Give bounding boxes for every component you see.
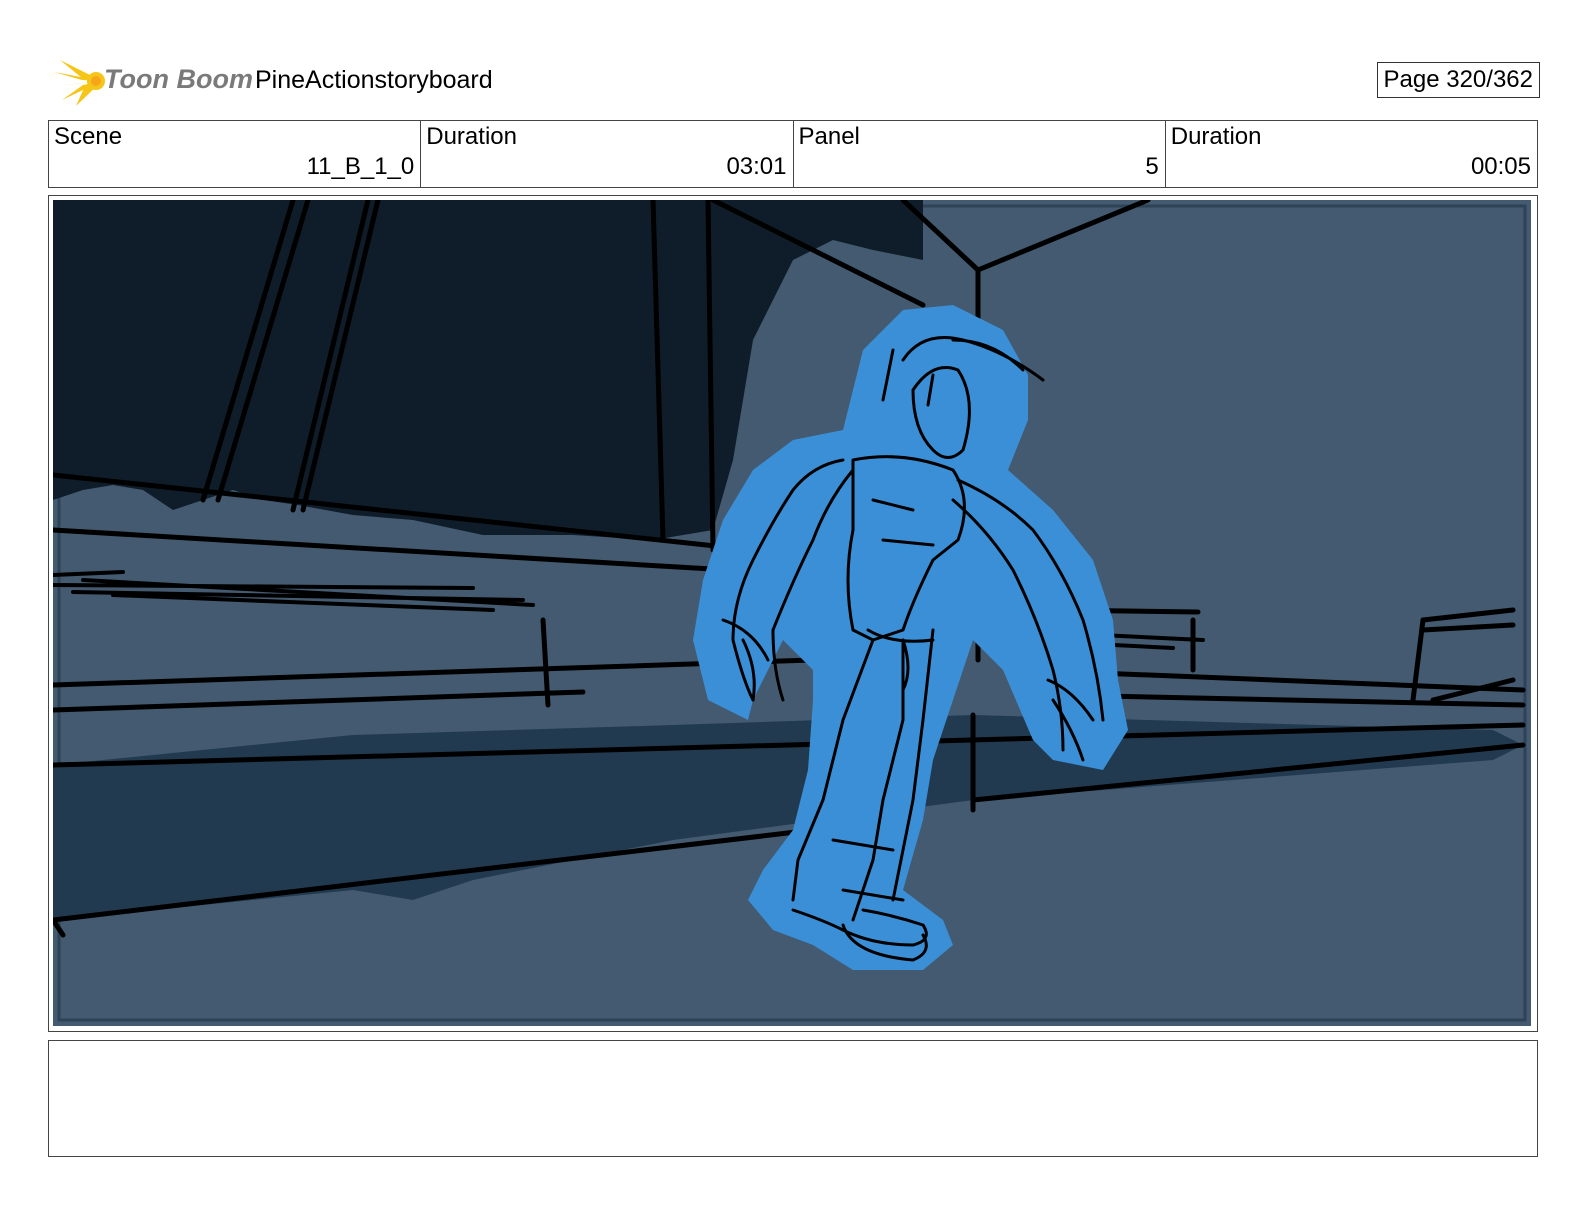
scene-cell: Scene 11_B_1_0: [49, 121, 422, 187]
logo-text: Toon Boom: [104, 64, 253, 94]
scene-duration-label: Duration: [426, 123, 517, 150]
scene-duration-value: 03:01: [726, 153, 787, 180]
project-title: PineActionstoryboard: [255, 66, 493, 94]
scene-label: Scene: [54, 123, 123, 150]
panel-duration-value: 00:05: [1470, 153, 1531, 180]
toon-boom-logo: Toon Boom: [52, 54, 253, 108]
panel-duration-label: Duration: [1170, 123, 1262, 150]
scene-info-table: Scene 11_B_1_0 Duration 03:01 Panel 5 Du…: [48, 120, 1538, 188]
storyboard-panel: [48, 195, 1538, 1032]
panel-duration-cell: Duration 00:05: [1166, 121, 1537, 187]
panel-cell: Panel 5: [794, 121, 1166, 187]
panel-notes: [48, 1040, 1538, 1157]
page-header: Toon Boom PineActionstoryboard Page 320/…: [50, 52, 1540, 110]
starburst-icon: [54, 60, 105, 106]
panel-value: 5: [1145, 153, 1159, 180]
scene-value: 11_B_1_0: [306, 153, 415, 180]
panel-drawing: [53, 200, 1531, 1026]
scene-duration-cell: Duration 03:01: [421, 121, 794, 187]
panel-label: Panel: [798, 123, 860, 150]
page-number: Page 320/362: [1376, 62, 1540, 98]
